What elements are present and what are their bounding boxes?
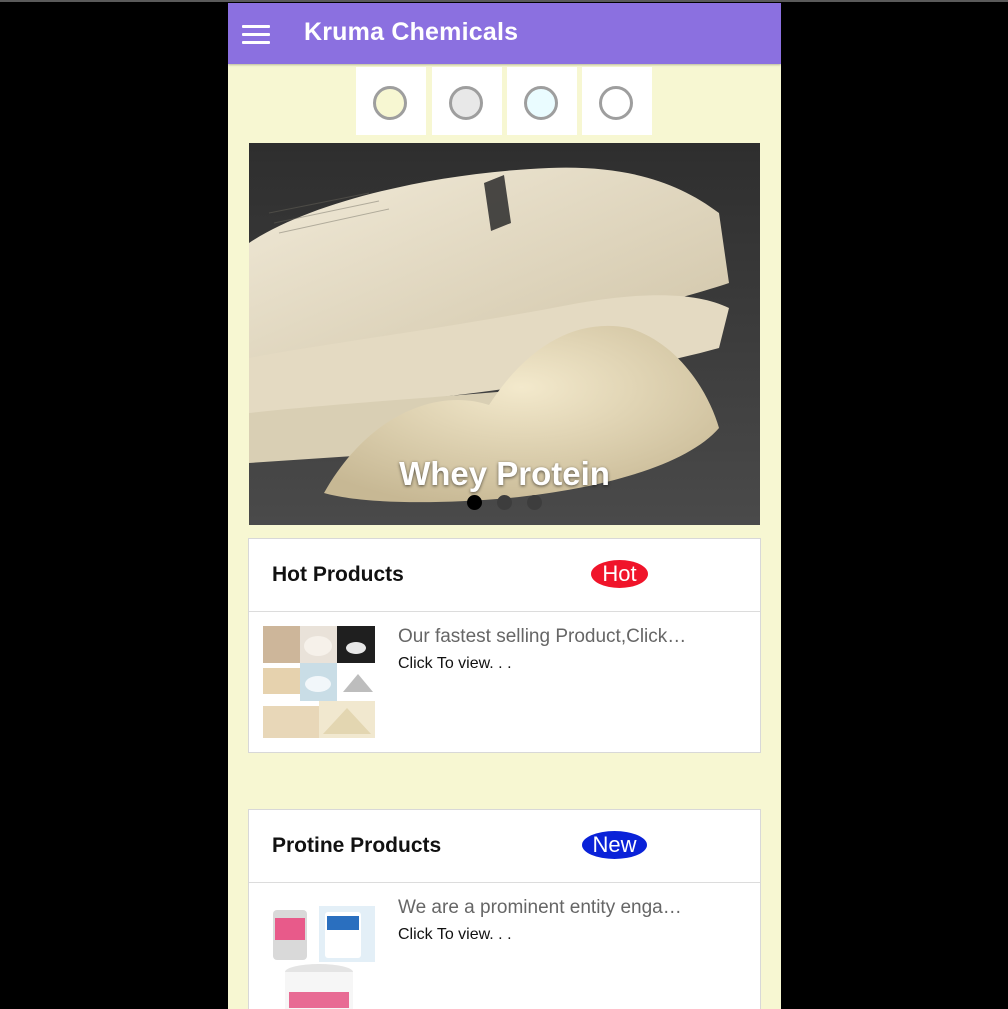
card-description: Our fastest selling Product,Click… — [398, 626, 687, 647]
swatch-circle — [449, 86, 483, 120]
protine-products-thumbnail — [263, 906, 375, 1009]
card-header: Protine Products New — [249, 810, 760, 883]
card-title: Protine Products — [272, 834, 442, 857]
click-to-view-link[interactable]: Click To view. . . — [398, 655, 512, 673]
hot-badge: Hot — [591, 560, 648, 588]
hamburger-menu-icon[interactable] — [238, 17, 274, 51]
swatch-circle — [599, 86, 633, 120]
theme-swatch-light-cyan[interactable] — [507, 67, 577, 135]
slider-dot-3[interactable] — [527, 495, 542, 510]
theme-swatch-cream[interactable] — [356, 67, 426, 135]
swatch-circle — [524, 86, 558, 120]
slider-dot-2[interactable] — [497, 495, 512, 510]
slide-caption: Whey Protein — [399, 455, 610, 492]
theme-swatch-bar — [356, 67, 656, 135]
image-slider[interactable]: Whey Protein — [249, 143, 760, 525]
status-line — [0, 0, 1008, 2]
app-bar: Kruma Chemicals — [228, 3, 781, 64]
product-card-hot[interactable]: Hot Products Hot Our fastest selling Pro… — [248, 538, 761, 753]
theme-swatch-light-gray[interactable] — [432, 67, 502, 135]
new-badge: New — [582, 831, 647, 859]
card-title: Hot Products — [272, 563, 404, 586]
card-header: Hot Products Hot — [249, 539, 760, 612]
click-to-view-link[interactable]: Click To view. . . — [398, 926, 512, 944]
app-title: Kruma Chemicals — [304, 18, 519, 46]
theme-swatch-white[interactable] — [582, 67, 652, 135]
product-card-protine[interactable]: Protine Products New We are a prominent … — [248, 809, 761, 1009]
slider-pagination — [465, 495, 545, 513]
swatch-circle — [373, 86, 407, 120]
slider-dot-1[interactable] — [467, 495, 482, 510]
hot-products-thumbnail — [263, 626, 375, 738]
card-description: We are a prominent entity enga… — [398, 897, 682, 918]
card-body: We are a prominent entity enga… Click To… — [249, 883, 760, 1009]
card-body: Our fastest selling Product,Click… Click… — [249, 612, 760, 752]
app-screen: Kruma Chemicals Whey Protein Hot Product… — [228, 3, 781, 1009]
